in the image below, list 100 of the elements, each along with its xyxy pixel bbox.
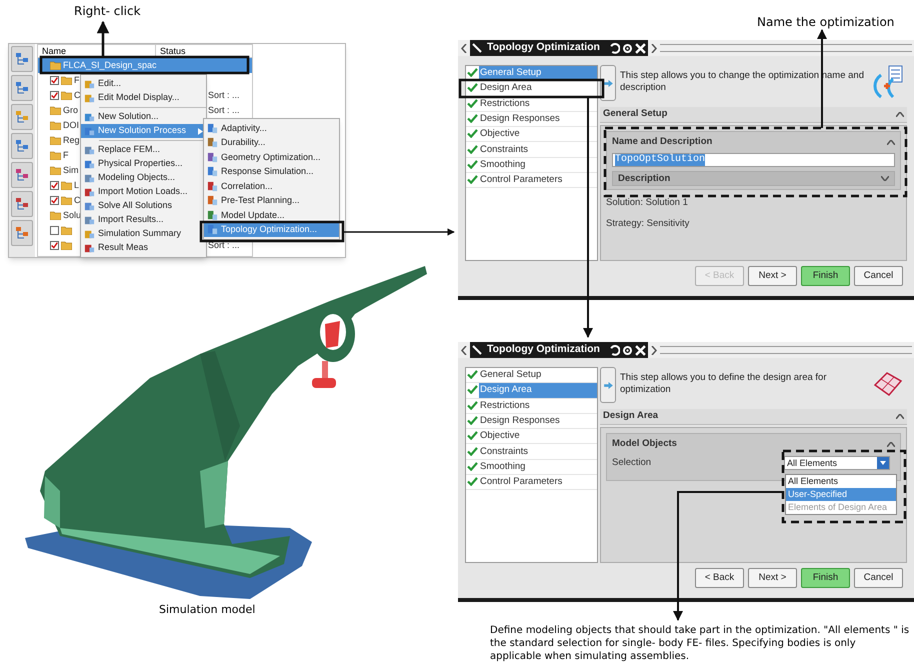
close-icon[interactable] bbox=[634, 42, 646, 54]
chevron-right-icon[interactable] bbox=[650, 44, 657, 52]
tool-icon bbox=[84, 214, 95, 226]
step-item[interactable]: Objective bbox=[479, 127, 597, 142]
menu-item[interactable]: Geometry Optimization... bbox=[204, 150, 339, 164]
dialog-button[interactable]: Cancel bbox=[854, 568, 903, 588]
step-item[interactable]: Design Area bbox=[479, 81, 597, 96]
tool-icon bbox=[84, 242, 95, 254]
tree-row-label: Sim bbox=[63, 164, 78, 177]
menu-item[interactable]: Edit Model Display... bbox=[81, 91, 206, 105]
dialog-button[interactable]: Cancel bbox=[854, 266, 903, 286]
dialog-button[interactable]: Finish bbox=[801, 568, 850, 588]
step-item[interactable]: Constraints bbox=[479, 142, 597, 157]
tree-icon bbox=[15, 52, 29, 66]
menu-item[interactable]: Simulation Summary bbox=[81, 227, 206, 241]
step-item[interactable]: Control Parameters bbox=[479, 475, 597, 490]
step-item[interactable]: Design Responses bbox=[479, 414, 597, 428]
info-text: Solution: Solution 1 bbox=[606, 196, 689, 210]
close-icon[interactable] bbox=[634, 344, 646, 356]
dialog-button[interactable]: Next > bbox=[748, 568, 797, 588]
settings-icon[interactable] bbox=[622, 344, 633, 356]
tree-checkbox[interactable] bbox=[50, 91, 59, 100]
subsection-header[interactable]: Description bbox=[612, 171, 895, 186]
section-header[interactable]: General Setup bbox=[603, 107, 668, 122]
dialog-button[interactable]: Next > bbox=[748, 266, 797, 286]
tree-checkbox[interactable] bbox=[50, 226, 59, 235]
selection-dropdown[interactable]: All Elements bbox=[784, 456, 890, 470]
menu-item[interactable]: Import Motion Loads... bbox=[81, 185, 206, 199]
tool-icon bbox=[84, 126, 95, 136]
collapse-icon[interactable] bbox=[887, 442, 895, 447]
annotation-label: Name the optimization bbox=[757, 14, 894, 31]
navigator-tab[interactable] bbox=[11, 133, 33, 159]
group-title[interactable]: Model Objects bbox=[612, 437, 677, 452]
menu-item[interactable]: Import Results... bbox=[81, 213, 206, 227]
step-item[interactable]: Restrictions bbox=[479, 398, 597, 413]
menu-item[interactable]: Adaptivity... bbox=[204, 121, 339, 136]
collapse-icon[interactable] bbox=[896, 112, 904, 117]
note-text: Define modeling objects that should take part in the optimization. "All elements " is the standard selection for single- body FE- files. Specifying bodies is only applicable when simulating assemblies. bbox=[490, 624, 910, 663]
tree-row-label: F bbox=[74, 74, 80, 87]
info-toggle-button[interactable] bbox=[600, 367, 616, 403]
menu-item[interactable]: Edit... bbox=[81, 77, 206, 91]
collapse-icon[interactable] bbox=[887, 140, 895, 145]
status-text: Sort : ... bbox=[208, 90, 240, 100]
step-item[interactable]: Control Parameters bbox=[479, 173, 597, 188]
dialog-button[interactable]: Finish bbox=[801, 266, 850, 286]
menu-item[interactable]: Pre-Test Planning... bbox=[204, 194, 339, 208]
navigator-tab[interactable] bbox=[11, 104, 33, 130]
tree-checkbox[interactable] bbox=[50, 196, 59, 205]
navigator-tab[interactable] bbox=[11, 46, 33, 72]
section-header[interactable]: Design Area bbox=[603, 409, 658, 424]
info-text: Strategy: Sensitivity bbox=[606, 216, 690, 230]
group-title[interactable]: Name and Description bbox=[612, 135, 712, 150]
tree-icon bbox=[15, 168, 29, 182]
step-item[interactable]: Smoothing bbox=[479, 460, 597, 474]
menu-item[interactable]: Correlation... bbox=[204, 179, 339, 194]
step-item[interactable]: Restrictions bbox=[479, 96, 597, 111]
menu-item[interactable]: Result Meas bbox=[81, 241, 206, 255]
dialog-title: Topology Optimization bbox=[486, 40, 601, 56]
step-item[interactable]: Objective bbox=[479, 429, 597, 444]
menu-item[interactable]: Modeling Objects... bbox=[81, 171, 206, 185]
chevron-right-icon[interactable] bbox=[650, 346, 657, 354]
step-item[interactable]: General Setup bbox=[479, 368, 597, 382]
folder-icon bbox=[50, 121, 61, 130]
folder-icon bbox=[50, 106, 61, 115]
callout-arrow bbox=[96, 20, 110, 56]
tree-checkbox[interactable] bbox=[50, 241, 59, 250]
menu-item[interactable]: Response Simulation... bbox=[204, 164, 339, 179]
step-item[interactable]: Constraints bbox=[479, 444, 597, 459]
menu-item[interactable]: Model Update... bbox=[204, 208, 339, 222]
tree-checkbox[interactable] bbox=[50, 76, 59, 85]
chevron-left-icon[interactable] bbox=[461, 346, 467, 354]
tool-icon bbox=[207, 122, 218, 134]
dialog-button[interactable]: < Back bbox=[695, 568, 744, 588]
menu-item[interactable]: Physical Properties... bbox=[81, 157, 206, 171]
navigator-tab[interactable] bbox=[11, 220, 33, 246]
navigator-tab[interactable] bbox=[11, 162, 33, 188]
tree-row-label: L bbox=[74, 178, 80, 192]
column-header: Name bbox=[38, 45, 156, 57]
model-caption: Simulation model bbox=[159, 602, 256, 618]
menu-item[interactable]: Replace FEM... bbox=[81, 143, 206, 157]
settings-icon[interactable] bbox=[622, 42, 633, 54]
folder-icon bbox=[61, 91, 72, 100]
tree-row-label: C bbox=[74, 88, 80, 102]
menu-item[interactable]: New Solution... bbox=[81, 110, 206, 124]
menu-item[interactable]: Solve All Solutions bbox=[81, 199, 206, 213]
folder-icon bbox=[50, 166, 61, 175]
tool-icon bbox=[84, 144, 95, 156]
reset-icon[interactable] bbox=[608, 42, 620, 54]
navigator-tab[interactable] bbox=[11, 75, 33, 101]
step-item[interactable]: Design Responses bbox=[479, 112, 597, 126]
tool-icon bbox=[207, 224, 218, 236]
collapse-icon[interactable] bbox=[896, 414, 904, 419]
chevron-left-icon[interactable] bbox=[461, 44, 467, 52]
tree-checkbox[interactable] bbox=[50, 181, 59, 190]
arrow-right-icon bbox=[604, 80, 612, 86]
tree-icon bbox=[15, 139, 29, 153]
navigator-tab[interactable] bbox=[11, 191, 33, 217]
reset-icon[interactable] bbox=[608, 344, 620, 356]
step-item[interactable]: Smoothing bbox=[479, 158, 597, 172]
menu-item[interactable]: Durability... bbox=[204, 136, 339, 150]
